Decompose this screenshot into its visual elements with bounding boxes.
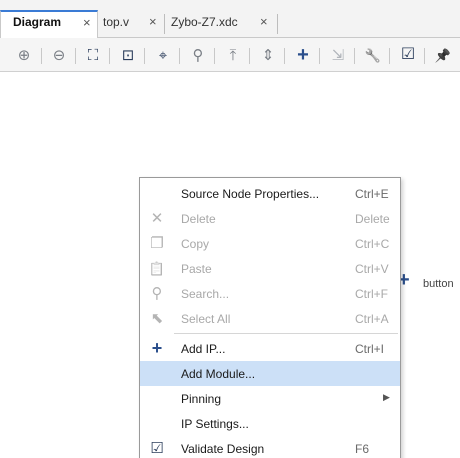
menu-item-ip-settings[interactable]: IP Settings...	[140, 411, 400, 436]
port-label: button	[423, 278, 454, 290]
tab-diagram-close-icon[interactable]: ×	[83, 15, 91, 30]
tab-divider	[277, 14, 278, 34]
search-icon[interactable]: ⚲	[187, 44, 209, 66]
paste-icon: 📋	[148, 260, 166, 276]
menu-item-label: Source Node Properties...	[181, 187, 320, 201]
menu-item-label: Pinning	[181, 392, 222, 406]
search-icon: ⚲	[151, 284, 163, 302]
menu-item-source-node-properties[interactable]: Source Node Properties... Ctrl+E	[140, 181, 400, 206]
menu-item-add-ip[interactable]: + Add IP... Ctrl+I	[140, 336, 400, 361]
validate-design-icon[interactable]: ☑	[397, 44, 419, 66]
toolbar-divider	[179, 48, 180, 64]
tab-zybo-xdc-close-icon[interactable]: ×	[260, 14, 268, 29]
menu-item-shortcut: Ctrl+I	[355, 342, 385, 356]
menu-item-label: Add Module...	[181, 367, 256, 381]
pin-icon[interactable]: 📌	[432, 44, 454, 66]
toolbar-divider	[41, 48, 42, 64]
tab-diagram-label: Diagram	[13, 15, 62, 29]
delete-icon: ✕	[150, 209, 164, 227]
menu-item-paste[interactable]: 📋 Paste Ctrl+V	[140, 256, 400, 281]
tab-top-v-close-icon[interactable]: ×	[149, 14, 157, 29]
menu-item-label: Search...	[181, 287, 230, 301]
select-all-icon: ⬉	[150, 309, 164, 327]
menu-item-delete[interactable]: ✕ Delete Delete	[140, 206, 400, 231]
menu-item-shortcut: Ctrl+E	[355, 187, 389, 201]
zoom-out-icon[interactable]: ⊖	[48, 44, 70, 66]
toolbar-divider	[214, 48, 215, 64]
toolbar-divider	[284, 48, 285, 64]
menu-item-search[interactable]: ⚲ Search... Ctrl+F	[140, 281, 400, 306]
toolbar-divider	[354, 48, 355, 64]
toolbar-divider	[109, 48, 110, 64]
auto-fit-selection-icon[interactable]: ⌖	[152, 44, 174, 66]
menu-item-label: IP Settings...	[181, 417, 249, 431]
menu-item-label: Copy	[181, 237, 210, 251]
menu-item-validate-design[interactable]: ☑ Validate Design F6	[140, 436, 400, 458]
toolbar-divider	[249, 48, 250, 64]
context-menu: Source Node Properties... Ctrl+E ✕ Delet…	[139, 177, 401, 458]
menu-item-shortcut: Ctrl+A	[355, 312, 389, 326]
menu-item-label: Add IP...	[181, 342, 226, 356]
menu-item-shortcut: Delete	[355, 212, 390, 226]
menu-divider	[174, 333, 398, 334]
tab-top-v-label: top.v	[103, 15, 130, 29]
diagram-toolbar: ⊕ ⊖ ⛶ ⊡ ⌖ ⚲ ⤒ ⇕ + ⇲ 🔧 ☑ 📌	[0, 38, 460, 72]
tab-zybo-xdc[interactable]: Zybo-Z7.xdc ×	[165, 11, 277, 38]
zoom-fit-icon[interactable]: ⛶	[82, 44, 104, 66]
menu-item-shortcut: Ctrl+C	[355, 237, 390, 251]
menu-item-shortcut: Ctrl+V	[355, 262, 389, 276]
submenu-arrow-icon: ▶	[383, 392, 390, 402]
menu-item-shortcut: F6	[355, 442, 370, 456]
zoom-in-icon[interactable]: ⊕	[13, 44, 35, 66]
menu-item-shortcut: Ctrl+F	[355, 287, 388, 301]
menu-item-label: Paste	[181, 262, 212, 276]
toolbar-divider	[424, 48, 425, 64]
menu-item-copy[interactable]: ❐ Copy Ctrl+C	[140, 231, 400, 256]
toolbar-divider	[319, 48, 320, 64]
toolbar-divider	[144, 48, 145, 64]
collapse-all-icon[interactable]: ⤒	[222, 44, 244, 66]
zoom-area-icon[interactable]: ⊡	[117, 44, 139, 66]
expand-all-icon[interactable]: ⇕	[257, 44, 279, 66]
make-connection-icon[interactable]: ⇲	[327, 44, 349, 66]
tab-diagram[interactable]: Diagram ×	[0, 10, 98, 38]
menu-item-add-module[interactable]: Add Module...	[140, 361, 400, 386]
validate-design-icon: ☑	[150, 439, 164, 457]
copy-icon: ❐	[150, 234, 164, 252]
menu-item-label: Validate Design	[181, 442, 265, 456]
wrench-icon[interactable]: 🔧	[362, 44, 384, 66]
menu-item-label: Select All	[181, 312, 231, 326]
menu-item-select-all[interactable]: ⬉ Select All Ctrl+A	[140, 306, 400, 331]
toolbar-divider	[389, 48, 390, 64]
add-ip-icon: +	[151, 338, 163, 358]
toolbar-divider	[75, 48, 76, 64]
tab-zybo-xdc-label: Zybo-Z7.xdc	[171, 15, 238, 29]
editor-tab-bar: Diagram × top.v × Zybo-Z7.xdc ×	[0, 0, 460, 38]
add-ip-icon[interactable]: +	[292, 44, 314, 66]
menu-item-pinning[interactable]: Pinning ▶	[140, 386, 400, 411]
menu-item-label: Delete	[181, 212, 216, 226]
tab-top-v[interactable]: top.v ×	[98, 11, 164, 38]
